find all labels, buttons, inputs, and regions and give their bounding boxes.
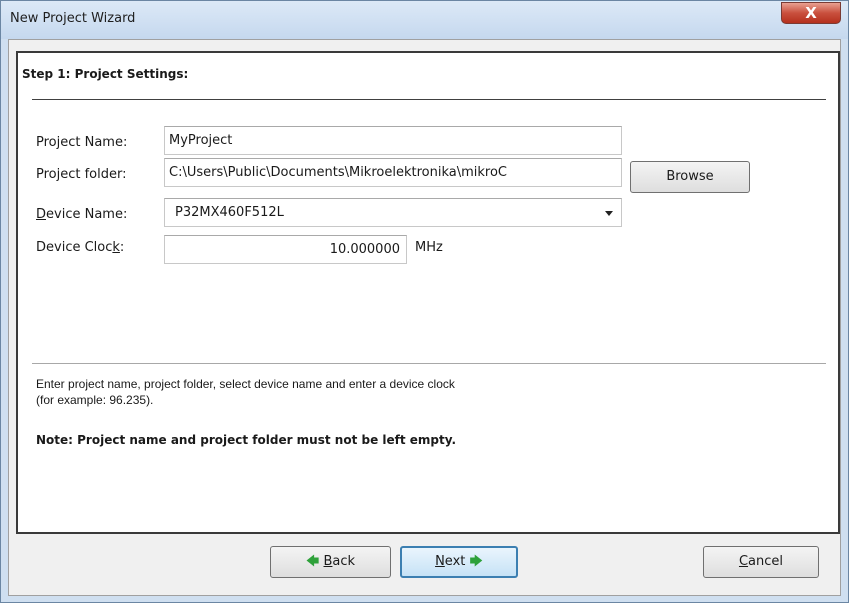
settings-panel: Step 1: Project Settings: Project Name: …	[16, 51, 840, 534]
window-title: New Project Wizard	[10, 11, 136, 26]
device-name-value: P32MX460F512L	[175, 205, 284, 220]
device-name-select[interactable]: P32MX460F512L	[164, 198, 622, 227]
project-folder-input[interactable]: C:\Users\Public\Documents\Mikroelektroni…	[164, 158, 622, 187]
project-name-input[interactable]: MyProject	[164, 126, 622, 155]
next-arrow-icon: 🡆	[469, 554, 483, 569]
title-bar[interactable]: New Project Wizard X	[1, 1, 848, 39]
back-arrow-icon: 🡄	[305, 554, 320, 569]
project-name-label: Project Name:	[36, 135, 128, 150]
instructions-line-1: Enter project name, project folder, sele…	[36, 377, 455, 391]
chevron-down-icon	[605, 211, 613, 216]
instructions-text: Enter project name, project folder, sele…	[36, 376, 455, 408]
wizard-window: New Project Wizard X Step 1: Project Set…	[0, 0, 849, 603]
project-folder-label: Project folder:	[36, 167, 127, 182]
next-button[interactable]: Next 🡆	[400, 546, 518, 578]
header-divider	[32, 99, 826, 100]
cancel-accesskey: C	[738, 554, 749, 569]
device-clock-input[interactable]: 10.000000	[164, 235, 407, 264]
device-name-label-text: evice Name:	[46, 207, 128, 222]
device-clock-label: Device Clock:	[36, 240, 124, 255]
description-divider	[32, 363, 826, 364]
cancel-button[interactable]: Cancel	[703, 546, 819, 578]
browse-button[interactable]: Browse	[630, 161, 750, 193]
back-button[interactable]: 🡄 Back	[270, 546, 391, 578]
note-text: Note: Project name and project folder mu…	[36, 433, 457, 447]
back-label: ack	[332, 554, 356, 569]
device-name-accesskey: D	[36, 207, 47, 222]
next-accesskey: N	[435, 554, 445, 569]
instructions-line-2: (for example: 96.235).	[36, 393, 154, 407]
device-clock-label-post: :	[119, 240, 125, 255]
close-icon: X	[805, 4, 817, 22]
close-button[interactable]: X	[781, 2, 841, 24]
device-clock-unit: MHz	[415, 240, 443, 255]
device-clock-accesskey: k	[112, 240, 120, 255]
device-name-label: Device Name:	[36, 207, 127, 222]
step-title: Step 1: Project Settings:	[22, 67, 189, 81]
device-clock-label-pre: Device Cloc	[36, 240, 113, 255]
next-label: ext	[444, 554, 466, 569]
cancel-label: ancel	[748, 554, 784, 569]
